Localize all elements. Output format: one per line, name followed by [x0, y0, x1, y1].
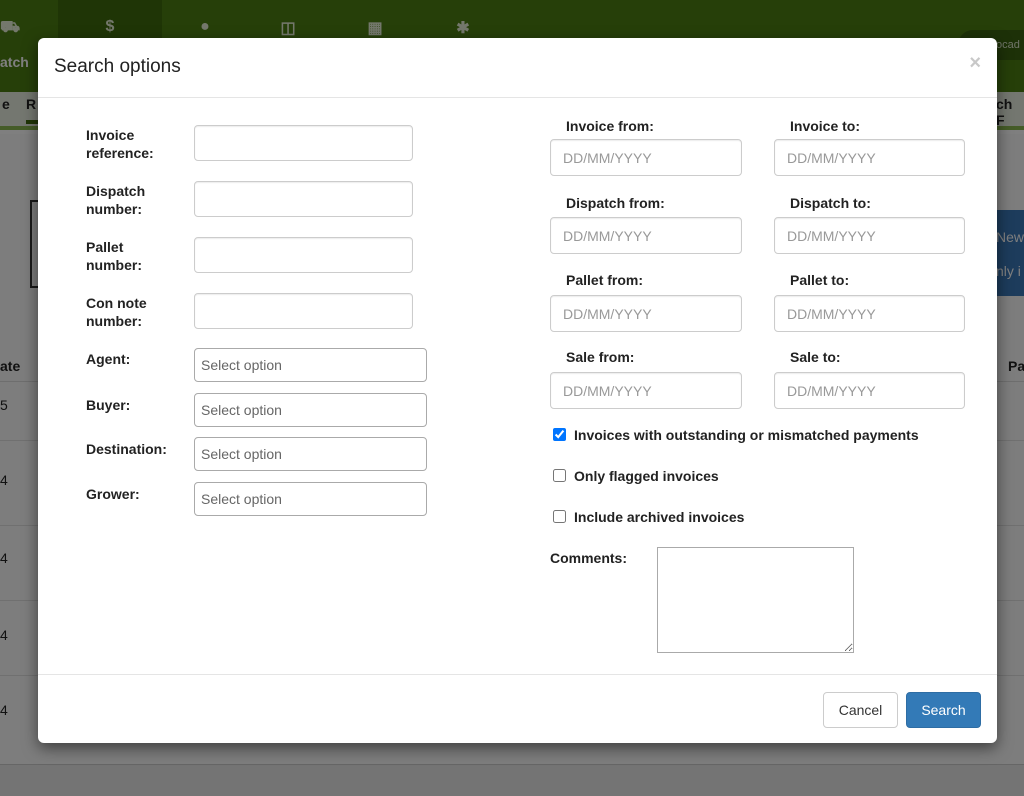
- dispatch-number-input[interactable]: [194, 181, 413, 217]
- agent-label: Agent:: [86, 351, 131, 367]
- con-note-number-label: Con note number:: [86, 295, 147, 329]
- destination-label: Destination:: [86, 441, 167, 457]
- sale-from-label: Sale from:: [566, 349, 635, 365]
- pallet-number-input[interactable]: [194, 237, 413, 273]
- include-archived-label[interactable]: Include archived invoices: [574, 509, 744, 525]
- pallet-from-input[interactable]: [550, 295, 742, 332]
- outstanding-payments-label[interactable]: Invoices with outstanding or mismatched …: [574, 427, 919, 443]
- invoice-to-input[interactable]: [774, 139, 965, 176]
- dispatch-to-label: Dispatch to:: [790, 195, 871, 211]
- invoice-reference-input[interactable]: [194, 125, 413, 161]
- pallet-from-label: Pallet from:: [566, 272, 644, 288]
- buyer-select[interactable]: Select option: [194, 393, 427, 427]
- sale-from-input[interactable]: [550, 372, 742, 409]
- buyer-label: Buyer:: [86, 397, 131, 413]
- outstanding-payments-checkbox[interactable]: [553, 428, 566, 441]
- modal-header: Search options ×: [38, 38, 997, 98]
- con-note-number-input[interactable]: [194, 293, 413, 329]
- search-button[interactable]: Search: [906, 692, 981, 728]
- invoice-reference-label: Invoice reference:: [86, 127, 154, 161]
- invoice-from-input[interactable]: [550, 139, 742, 176]
- modal-footer: Cancel Search: [38, 674, 997, 743]
- dispatch-to-input[interactable]: [774, 217, 965, 254]
- only-flagged-checkbox[interactable]: [553, 469, 566, 482]
- invoice-to-label: Invoice to:: [790, 118, 861, 134]
- agent-select[interactable]: Select option: [194, 348, 427, 382]
- comments-label: Comments:: [550, 550, 628, 566]
- modal-title: Search options: [54, 56, 181, 77]
- destination-select[interactable]: Select option: [194, 437, 427, 471]
- invoice-from-label: Invoice from:: [566, 118, 654, 134]
- pallet-to-input[interactable]: [774, 295, 965, 332]
- only-flagged-label[interactable]: Only flagged invoices: [574, 468, 719, 484]
- grower-select[interactable]: Select option: [194, 482, 427, 516]
- include-archived-checkbox[interactable]: [553, 510, 566, 523]
- cancel-button[interactable]: Cancel: [823, 692, 898, 728]
- close-icon[interactable]: ×: [969, 52, 981, 75]
- dispatch-from-label: Dispatch from:: [566, 195, 665, 211]
- dispatch-from-input[interactable]: [550, 217, 742, 254]
- sale-to-input[interactable]: [774, 372, 965, 409]
- search-options-modal: Search options × Invoice reference: Disp…: [38, 38, 997, 743]
- dispatch-number-label: Dispatch number:: [86, 183, 146, 217]
- pallet-number-label: Pallet number:: [86, 239, 142, 273]
- grower-label: Grower:: [86, 486, 140, 502]
- sale-to-label: Sale to:: [790, 349, 841, 365]
- pallet-to-label: Pallet to:: [790, 272, 850, 288]
- comments-textarea[interactable]: [657, 547, 854, 653]
